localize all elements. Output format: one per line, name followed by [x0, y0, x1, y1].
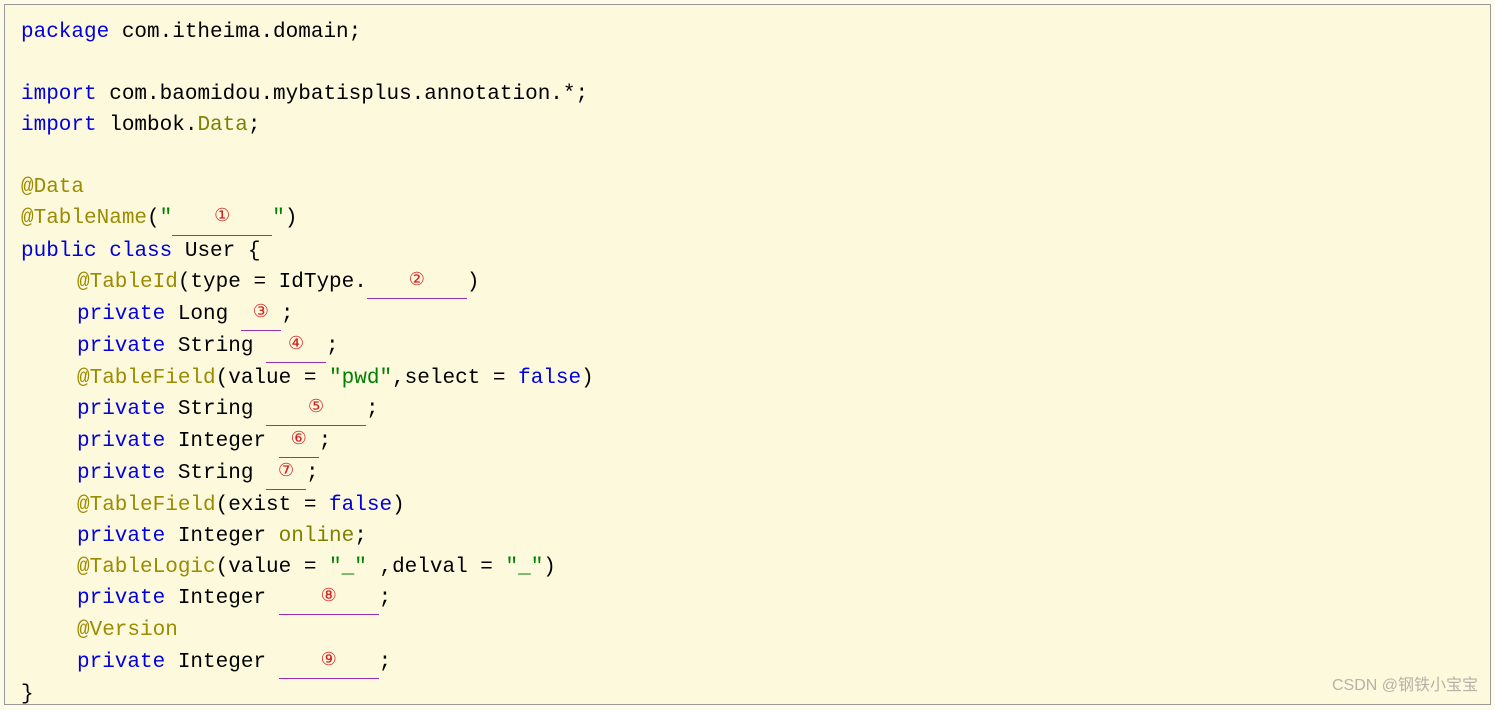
blank-8: ⑧ — [279, 583, 379, 615]
blank-9: ⑨ — [279, 647, 379, 679]
keyword-private: private — [77, 303, 165, 326]
annotation-tablefield: @TableField — [77, 494, 216, 517]
type-string: String — [165, 462, 266, 485]
circle-7: ⑦ — [278, 462, 294, 482]
type-integer: Integer — [165, 651, 278, 674]
keyword-class: class — [109, 240, 172, 263]
annotation-tablename: @TableName — [21, 207, 147, 230]
keyword-private: private — [77, 587, 165, 610]
keyword-import: import — [21, 114, 97, 137]
annotation-args: (value = — [216, 367, 329, 390]
import-class: Data — [197, 114, 247, 137]
annotation-tableid: @TableId — [77, 271, 178, 294]
paren-close: ) — [392, 494, 405, 517]
package-name: com.itheima.domain; — [109, 21, 361, 44]
annotation-tablefield: @TableField — [77, 367, 216, 390]
circle-4: ④ — [288, 335, 304, 355]
string-pwd: "pwd" — [329, 367, 392, 390]
circle-3: ③ — [253, 303, 269, 323]
type-string: String — [165, 335, 266, 358]
keyword-public: public — [21, 240, 97, 263]
semicolon: ; — [306, 462, 319, 485]
keyword-private: private — [77, 651, 165, 674]
blank-5: ⑤ — [266, 394, 366, 426]
circle-5: ⑤ — [308, 398, 324, 418]
keyword-import: import — [21, 83, 97, 106]
blank-7: ⑦ — [266, 458, 306, 490]
blank-2: ② — [367, 267, 467, 299]
code-content: package com.itheima.domain; import com.b… — [21, 17, 1474, 710]
import-path: com.baomidou.mybatisplus.annotation.*; — [97, 83, 588, 106]
annotation-tablelogic: @TableLogic — [77, 556, 216, 579]
circle-2: ② — [409, 271, 425, 291]
string-quote: " — [272, 207, 285, 230]
annotation-args: (type = IdType. — [178, 271, 367, 294]
keyword-private: private — [77, 525, 165, 548]
annotation-mid: ,delval = — [367, 556, 506, 579]
semicolon: ; — [366, 398, 379, 421]
circle-9: ⑨ — [321, 651, 337, 671]
field-online: online — [279, 525, 355, 548]
annotation-args: (value = — [216, 556, 329, 579]
circle-1: ① — [214, 207, 230, 227]
semicolon: ; — [354, 525, 367, 548]
semicolon: ; — [379, 651, 392, 674]
type-integer: Integer — [165, 525, 278, 548]
paren-close: ) — [581, 367, 594, 390]
type-integer: Integer — [165, 587, 278, 610]
blank-4: ④ — [266, 331, 326, 363]
string-underscore: "_" — [505, 556, 543, 579]
type-string: String — [165, 398, 266, 421]
literal-false: false — [329, 494, 392, 517]
annotation-mid: ,select = — [392, 367, 518, 390]
watermark: CSDN @钢铁小宝宝 — [1332, 674, 1478, 698]
paren-close: ) — [467, 271, 480, 294]
string-underscore: "_" — [329, 556, 367, 579]
keyword-private: private — [77, 398, 165, 421]
keyword-private: private — [77, 430, 165, 453]
keyword-package: package — [21, 21, 109, 44]
paren-close: ) — [285, 207, 298, 230]
type-long: Long — [165, 303, 241, 326]
semicolon: ; — [326, 335, 339, 358]
semicolon: ; — [379, 587, 392, 610]
blank-3: ③ — [241, 299, 281, 331]
import-path: lombok. — [97, 114, 198, 137]
string-quote: " — [160, 207, 173, 230]
code-block: package com.itheima.domain; import com.b… — [4, 4, 1491, 705]
circle-6: ⑥ — [291, 430, 307, 450]
semicolon: ; — [281, 303, 294, 326]
blank-1: ① — [172, 203, 272, 235]
close-brace: } — [21, 683, 34, 706]
type-integer: Integer — [165, 430, 278, 453]
annotation-args: (exist = — [216, 494, 329, 517]
semicolon: ; — [248, 114, 261, 137]
semicolon: ; — [319, 430, 332, 453]
class-name: User { — [172, 240, 260, 263]
keyword-private: private — [77, 335, 165, 358]
paren: ( — [147, 207, 160, 230]
annotation-data: @Data — [21, 176, 84, 199]
literal-false: false — [518, 367, 581, 390]
keyword-private: private — [77, 462, 165, 485]
annotation-version: @Version — [77, 619, 178, 642]
blank-6: ⑥ — [279, 426, 319, 458]
circle-8: ⑧ — [321, 587, 337, 607]
paren-close: ) — [543, 556, 556, 579]
